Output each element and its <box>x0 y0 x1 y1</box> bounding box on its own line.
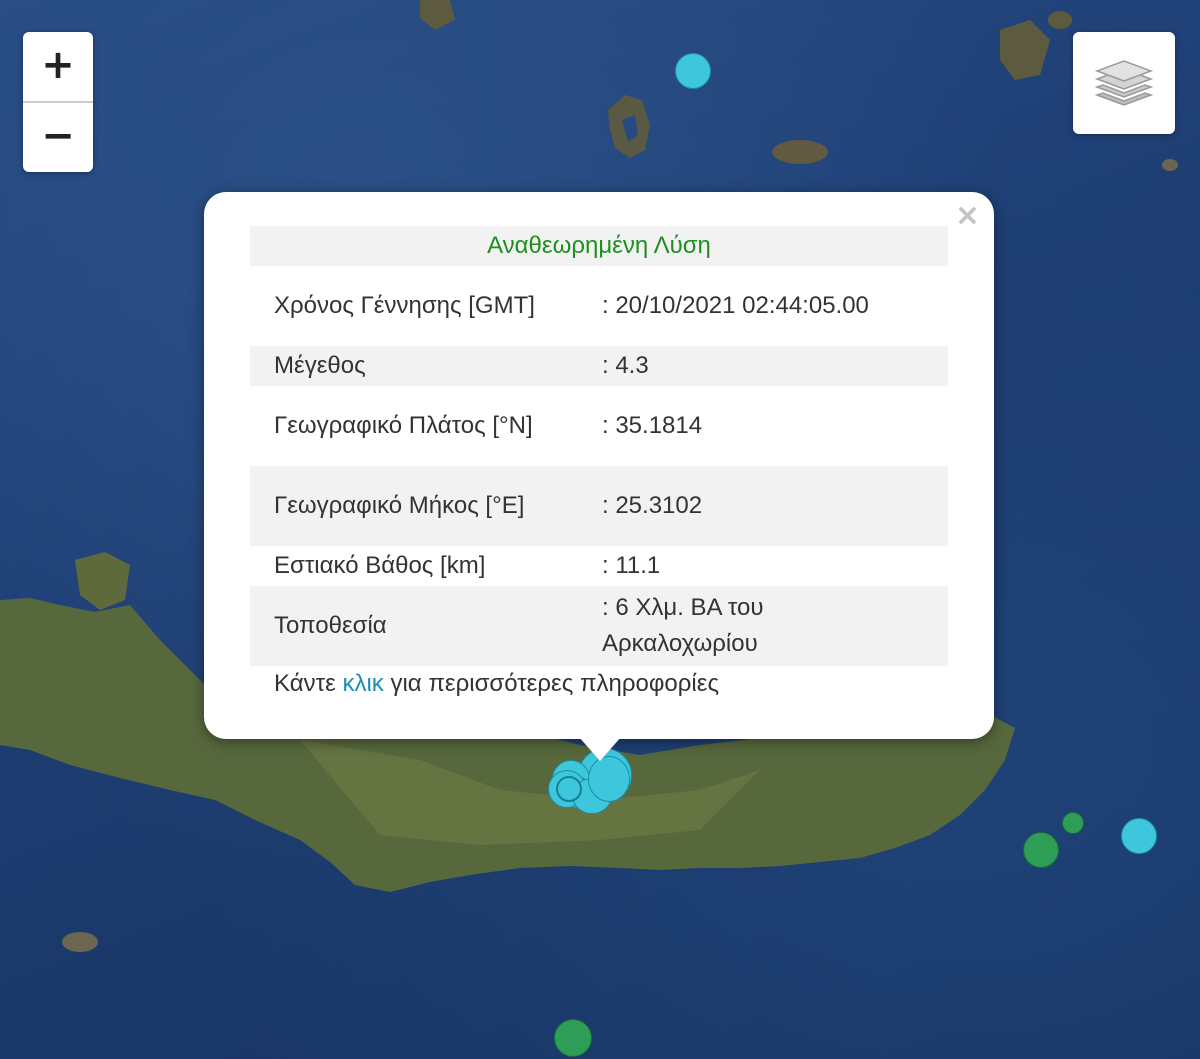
nw-peninsula <box>75 552 130 610</box>
more-info-link[interactable]: κλικ <box>342 670 383 697</box>
earthquake-info-table: Αναθεωρημένη Λύση Χρόνος Γέννησης [GMT] … <box>250 226 948 666</box>
earthquake-marker[interactable] <box>554 1019 592 1057</box>
info-label: Γεωγραφικό Μήκος [°E] <box>250 466 588 546</box>
zoom-control: + − <box>23 32 93 172</box>
selected-earthquake-marker[interactable] <box>556 776 582 802</box>
info-value: : 4.3 <box>588 346 948 386</box>
info-value: : 20/10/2021 02:44:05.00 <box>602 292 869 319</box>
footer-prefix: Κάντε <box>274 670 343 697</box>
info-value: : 35.1814 <box>602 412 703 439</box>
earthquake-marker[interactable] <box>1121 818 1157 854</box>
santorini-island <box>608 95 650 158</box>
earthquake-marker[interactable] <box>1062 812 1084 834</box>
info-value: : 11.1 <box>602 552 661 579</box>
earthquake-popup: × Αναθεωρημένη Λύση Χρόνος Γέννησης [GMT… <box>204 192 994 739</box>
info-label: Τοποθεσία <box>250 586 588 666</box>
info-value: : 6 Χλμ. ΒΑ του Αρκαλοχωρίου <box>588 586 948 666</box>
anafi-island <box>772 140 828 164</box>
info-label: Χρόνος Γέννησης [GMT] <box>274 292 535 319</box>
popup-close-button[interactable]: × <box>955 198 980 233</box>
zoom-out-button[interactable]: − <box>23 103 93 172</box>
popup-header: Αναθεωρημένη Λύση <box>250 226 948 266</box>
earthquake-marker[interactable] <box>675 53 711 89</box>
info-label: Μέγεθος <box>250 346 588 386</box>
amorgos-island <box>1000 20 1050 80</box>
info-label: Γεωγραφικό Πλάτος [°N] <box>274 412 533 439</box>
popup-tip <box>579 737 621 761</box>
info-value: : 25.3102 <box>588 466 948 546</box>
zoom-in-button[interactable]: + <box>23 32 93 103</box>
earthquake-marker[interactable] <box>1023 832 1059 868</box>
layers-button[interactable] <box>1073 32 1175 134</box>
footer-suffix: για περισσότερες πληροφορίες <box>383 670 720 697</box>
layers-icon <box>1094 60 1154 106</box>
earthquake-marker[interactable] <box>588 756 630 802</box>
info-label: Εστιακό Βάθος [km] <box>274 552 486 579</box>
popup-footer: Κάντε κλικ για περισσότερες πληροφορίες <box>274 670 719 698</box>
